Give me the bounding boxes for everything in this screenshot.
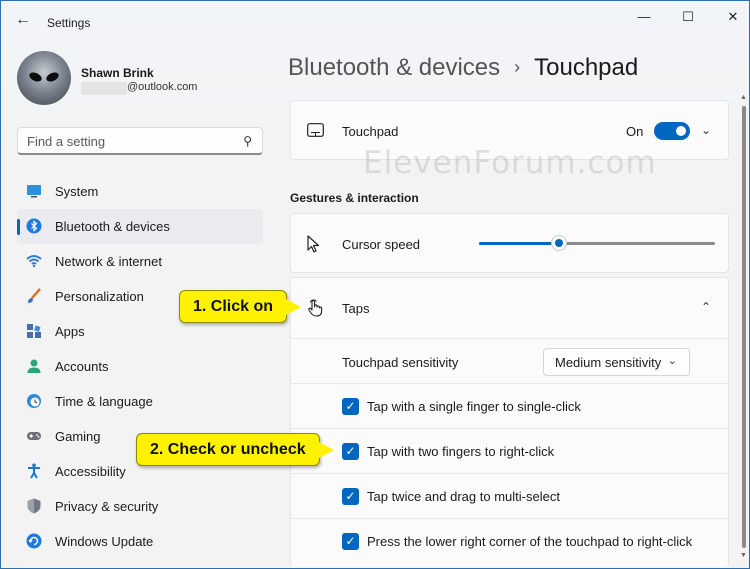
sidebar-item-windows-update[interactable]: Windows Update [17,524,263,559]
sidebar-item-privacy-security[interactable]: Privacy & security [17,489,263,524]
taps-label: Taps [342,301,370,316]
active-indicator [17,219,20,235]
sidebar-item-label: System [55,184,99,199]
minimize-icon[interactable]: — [629,7,659,27]
slider-fill [479,242,559,245]
sensitivity-dropdown[interactable]: Medium sensitivity ⌄ [543,348,690,376]
page-title: Touchpad [534,54,639,81]
sidebar-item-label: Windows Update [55,534,154,549]
breadcrumb-separator: › [514,57,521,77]
tap-option-row[interactable]: ✓ Tap with a single finger to single-cli… [291,383,728,428]
sidebar-item-label: Gaming [55,429,101,444]
search-placeholder: Find a setting [27,134,106,149]
touchpad-label: Touchpad [342,124,399,139]
checkbox-checked-icon[interactable]: ✓ [342,488,359,505]
sidebar-item-label: Privacy & security [55,499,159,514]
brush-icon [28,288,41,303]
section-heading: Gestures & interaction [290,191,419,205]
callout-step-2: 2. Check or uncheck [136,433,334,466]
touchpad-toggle[interactable] [654,122,690,140]
person-icon [27,359,41,373]
sidebar-item-label: Network & internet [55,254,162,269]
taps-card: Taps ⌃ Touchpad sensitivity Medium sensi… [290,277,729,567]
app-title: Settings [47,16,91,30]
breadcrumb: Bluetooth & devices › Touchpad [288,54,638,82]
touchpad-state: On [626,124,644,139]
checkbox-checked-icon[interactable]: ✓ [342,443,359,460]
monitor-icon [27,185,41,198]
tap-hand-icon [308,299,323,317]
settings-window: ← Settings — ☐ ✕ Shawn Brink @outlook.co… [0,0,750,569]
cursor-speed-slider[interactable] [479,235,715,251]
sidebar-item-time-language[interactable]: Time & language [17,384,263,419]
scroll-down-icon[interactable]: ▼ [740,552,747,559]
breadcrumb-parent[interactable]: Bluetooth & devices [288,54,500,81]
email-redaction [81,82,127,95]
bluetooth-icon [26,218,42,234]
tap-option-label: Tap with a single finger to single-click [367,399,581,414]
sidebar-item-bluetooth-devices[interactable]: Bluetooth & devices [17,209,263,244]
sidebar-item-label: Apps [55,324,85,339]
clock-globe-icon [27,394,41,408]
taps-header[interactable]: Taps ⌃ [291,278,728,338]
slider-thumb[interactable] [551,235,567,251]
gamepad-icon [27,432,41,440]
cursor-icon [307,235,320,253]
chevron-down-icon: ⌄ [667,355,677,367]
tap-option-label: Tap twice and drag to multi-select [367,489,560,504]
search-input[interactable]: Find a setting ⚲ [17,127,263,155]
wifi-icon [26,255,42,268]
user-name: Shawn Brink [81,66,154,80]
checkbox-checked-icon[interactable]: ✓ [342,533,359,550]
sensitivity-value: Medium sensitivity [555,355,662,370]
search-icon: ⚲ [243,134,252,148]
sidebar-item-accounts[interactable]: Accounts [17,349,263,384]
watermark: ElevenForum.com [363,145,657,181]
sidebar-item-label: Personalization [55,289,144,304]
sidebar-item-label: Bluetooth & devices [55,219,170,234]
cursor-speed-label: Cursor speed [342,237,421,252]
avatar[interactable] [17,51,71,105]
sensitivity-label: Touchpad sensitivity [342,355,459,370]
chevron-up-icon[interactable]: ⌃ [701,300,711,314]
maximize-icon[interactable]: ☐ [673,7,703,27]
tap-option-label: Press the lower right corner of the touc… [367,534,693,549]
chevron-down-icon[interactable]: ⌄ [701,123,711,137]
update-icon [26,533,42,549]
sidebar-item-label: Accounts [55,359,109,374]
scrollbar[interactable]: ▲ ▼ [740,94,747,563]
accessibility-icon [28,463,40,479]
scroll-up-icon[interactable]: ▲ [740,94,747,101]
tap-option-row[interactable]: ✓ Press the lower right corner of the to… [291,518,728,563]
close-icon[interactable]: ✕ [718,7,748,27]
sidebar-nav: System Bluetooth & devices Network & int… [17,174,263,559]
shield-icon [27,498,41,514]
apps-icon [27,324,41,338]
scroll-thumb[interactable] [742,106,746,548]
touchpad-icon [307,123,324,137]
checkbox-checked-icon[interactable]: ✓ [342,398,359,415]
tap-option-row[interactable]: ✓ Tap with two fingers to right-click [291,428,728,473]
sidebar-item-label: Accessibility [55,464,126,479]
tap-option-row[interactable]: ✓ Tap twice and drag to multi-select [291,473,728,518]
tap-option-label: Tap with two fingers to right-click [367,444,555,459]
sensitivity-row: Touchpad sensitivity Medium sensitivity … [291,338,728,384]
title-bar: ← Settings — ☐ ✕ [1,1,749,41]
user-email: @outlook.com [127,81,198,93]
callout-step-1: 1. Click on [179,290,302,323]
sidebar-item-label: Time & language [55,394,153,409]
cursor-speed-card: Cursor speed [290,213,729,273]
sidebar-item-system[interactable]: System [17,174,263,209]
sidebar-item-network[interactable]: Network & internet [17,244,263,279]
back-arrow-icon[interactable]: ← [15,11,33,29]
